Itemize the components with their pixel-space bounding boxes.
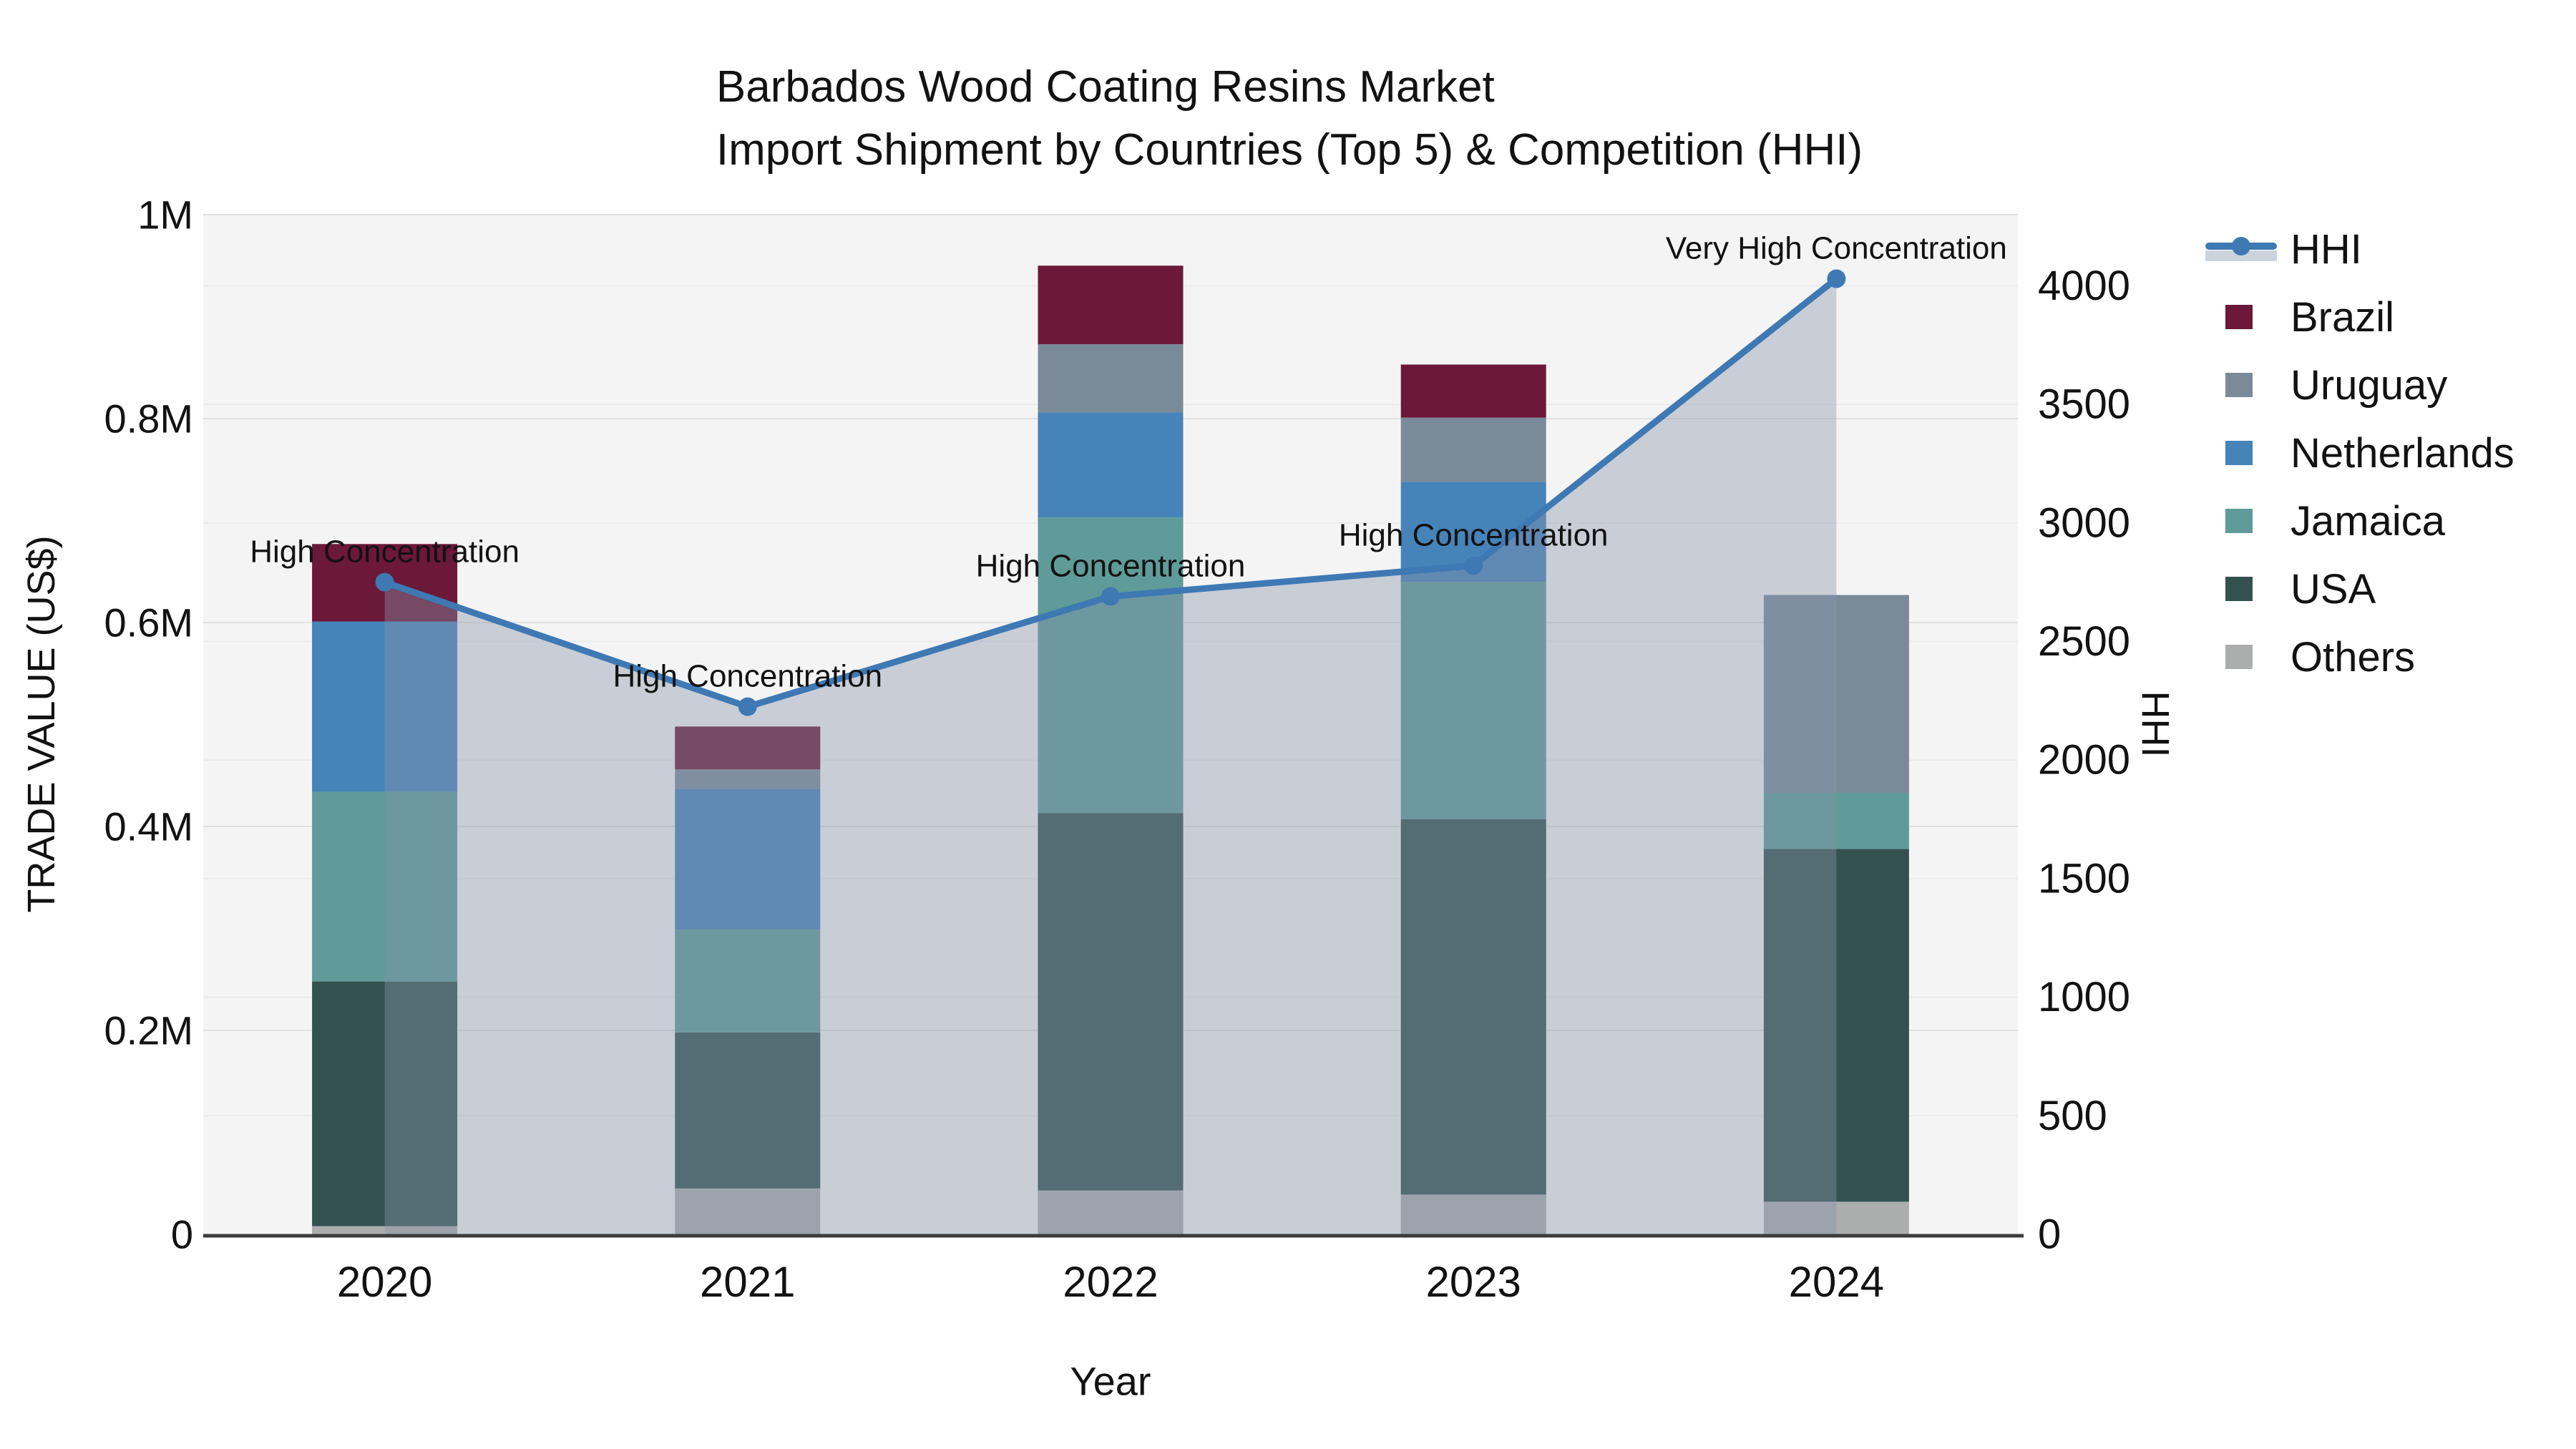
- y-right-tick-2000: 2000: [2038, 737, 2130, 784]
- y-axis-title-right: HHI: [2134, 691, 2177, 758]
- x-tick-2020: 2020: [337, 1258, 432, 1306]
- hhi-marker-2023: [1464, 556, 1483, 575]
- y-left-tick-0.2M: 0.2M: [104, 1008, 194, 1053]
- y-left-tick-1M: 1M: [137, 192, 193, 238]
- legend-item-others[interactable]: Others: [2205, 633, 2514, 680]
- y-left-tick-0.4M: 0.4M: [104, 804, 194, 849]
- legend-swatch-icon: [2205, 364, 2280, 406]
- legend-swatch-icon: [2205, 635, 2280, 678]
- y-right-tick-3500: 3500: [2038, 381, 2130, 428]
- x-tick-2021: 2021: [700, 1258, 795, 1306]
- annotation-2024: Very High Concentration: [1666, 230, 2007, 265]
- y-axis-title-left: TRADE VALUE (US$): [20, 535, 63, 913]
- legend: HHI Brazil Uruguay Netherlands Jamaica USA Oth…: [2205, 225, 2514, 703]
- y-right-tick-4000: 4000: [2038, 263, 2130, 309]
- annotation-2021: High Concentration: [613, 659, 882, 694]
- x-tick-2023: 2023: [1425, 1258, 1521, 1306]
- y-right-tick-3000: 3000: [2038, 499, 2130, 546]
- hhi-marker-2020: [375, 572, 394, 592]
- legend-item-brazil[interactable]: Brazil: [2205, 293, 2514, 341]
- bar-segment-brazil-2023: [1400, 364, 1546, 418]
- bar-segment-netherlands-2022: [1038, 412, 1184, 518]
- bar-segment-brazil-2022: [1038, 265, 1184, 344]
- legend-label: Brazil: [2290, 293, 2395, 341]
- legend-label: USA: [2290, 565, 2376, 613]
- figure: Barbados Wood Coating Resins Market Impo…: [0, 0, 2576, 1449]
- legend-item-usa[interactable]: USA: [2205, 565, 2514, 613]
- y-left-tick-0.6M: 0.6M: [104, 600, 194, 645]
- bar-segment-uruguay-2022: [1038, 343, 1184, 413]
- x-tick-2024: 2024: [1789, 1258, 1884, 1306]
- legend-label: Netherlands: [2290, 429, 2514, 477]
- y-right-tick-1500: 1500: [2038, 855, 2130, 902]
- annotation-2022: High Concentration: [976, 549, 1246, 584]
- annotation-2020: High Concentration: [250, 535, 519, 570]
- y-left-tick-0.8M: 0.8M: [104, 396, 194, 441]
- annotation-2023: High Concentration: [1339, 517, 1609, 552]
- legend-swatch-icon: [2205, 296, 2280, 338]
- chart-canvas: 0 0.2M 0.4M 0.6M 0.8M 1M 0 500 1000 1500 2000 2500 3…: [104, 192, 2131, 1307]
- bar-segment-uruguay-2023: [1400, 417, 1546, 482]
- legend-item-hhi[interactable]: HHI: [2205, 225, 2514, 273]
- hhi-marker-2021: [738, 697, 757, 716]
- legend-item-netherlands[interactable]: Netherlands: [2205, 429, 2514, 477]
- legend-swatch-icon: [2205, 431, 2280, 474]
- legend-label: Uruguay: [2290, 361, 2448, 409]
- hhi-line-icon: [2205, 228, 2280, 270]
- y-right-tick-2500: 2500: [2038, 618, 2130, 665]
- y-right-tick-0: 0: [2038, 1211, 2061, 1258]
- legend-swatch-icon: [2205, 499, 2280, 542]
- x-tick-2022: 2022: [1063, 1258, 1158, 1306]
- legend-item-jamaica[interactable]: Jamaica: [2205, 497, 2514, 545]
- legend-item-uruguay[interactable]: Uruguay: [2205, 361, 2514, 409]
- y-left-tick-0: 0: [171, 1212, 193, 1257]
- legend-label: Jamaica: [2290, 497, 2445, 545]
- legend-label: HHI: [2290, 225, 2362, 273]
- y-right-tick-1000: 1000: [2038, 974, 2130, 1020]
- y-right-tick-500: 500: [2038, 1093, 2107, 1139]
- hhi-marker-2024: [1827, 269, 1846, 288]
- legend-swatch-icon: [2205, 567, 2280, 610]
- hhi-marker-2022: [1101, 587, 1120, 606]
- x-axis-title: Year: [1070, 1358, 1151, 1404]
- legend-label: Others: [2290, 633, 2416, 680]
